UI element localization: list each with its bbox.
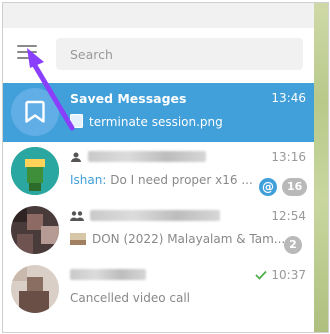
file-icon xyxy=(70,114,83,128)
bookmark-icon xyxy=(25,100,45,123)
chat-title-redacted xyxy=(70,209,220,224)
chat-sender: Ishan: xyxy=(70,173,107,187)
chat-preview-text: Do I need proper x16 ... xyxy=(110,173,253,187)
window-top-strip xyxy=(3,3,314,28)
unread-count-badge: 16 xyxy=(282,178,308,196)
chat-item[interactable]: 10:37 Cancelled video call xyxy=(3,260,314,319)
chat-pane-background-edge xyxy=(314,3,328,332)
avatar-image xyxy=(11,147,59,195)
avatar xyxy=(11,206,59,254)
chat-preview: DON (2022) Malayalam & Tam... xyxy=(70,232,285,246)
chat-time: 10:37 xyxy=(255,268,306,282)
unread-count-badge: 2 xyxy=(284,236,302,254)
chat-title-redacted xyxy=(70,268,146,283)
avatar xyxy=(11,88,59,136)
chat-preview-text: DON (2022) Malayalam & Tam... xyxy=(92,232,286,246)
contact-icon xyxy=(71,152,81,162)
chat-time-text: 10:37 xyxy=(271,268,306,282)
app-window: Saved Messages 13:46 terminate session.p… xyxy=(2,2,329,333)
avatar xyxy=(11,265,59,313)
chat-list-header xyxy=(3,28,314,83)
chat-preview-text: terminate session.png xyxy=(89,115,223,129)
avatar xyxy=(11,147,59,195)
avatar-image xyxy=(11,206,59,254)
check-icon xyxy=(255,270,268,280)
chat-preview: Cancelled video call xyxy=(70,291,190,305)
image-thumb-icon xyxy=(70,233,86,245)
group-icon xyxy=(70,211,84,221)
chat-time: 13:46 xyxy=(271,91,306,105)
chat-title: Saved Messages xyxy=(70,91,187,106)
chat-preview: Ishan: Do I need proper x16 ... xyxy=(70,173,253,187)
chat-title-redacted xyxy=(70,150,206,165)
chat-preview: terminate session.png xyxy=(70,114,223,129)
chat-item-saved-messages[interactable]: Saved Messages 13:46 terminate session.p… xyxy=(3,83,314,142)
chat-time: 13:16 xyxy=(271,150,306,164)
search-input[interactable] xyxy=(56,38,303,70)
chat-preview-text: Cancelled video call xyxy=(70,291,191,305)
mention-badge: @ xyxy=(259,178,277,196)
chat-item[interactable]: 13:16 Ishan: Do I need proper x16 ... @ … xyxy=(3,142,314,201)
chat-time: 12:54 xyxy=(271,209,306,223)
chat-item[interactable]: 12:54 DON (2022) Malayalam & Tam... 2 xyxy=(3,201,314,260)
avatar-image xyxy=(11,265,59,313)
menu-icon[interactable] xyxy=(17,45,37,61)
